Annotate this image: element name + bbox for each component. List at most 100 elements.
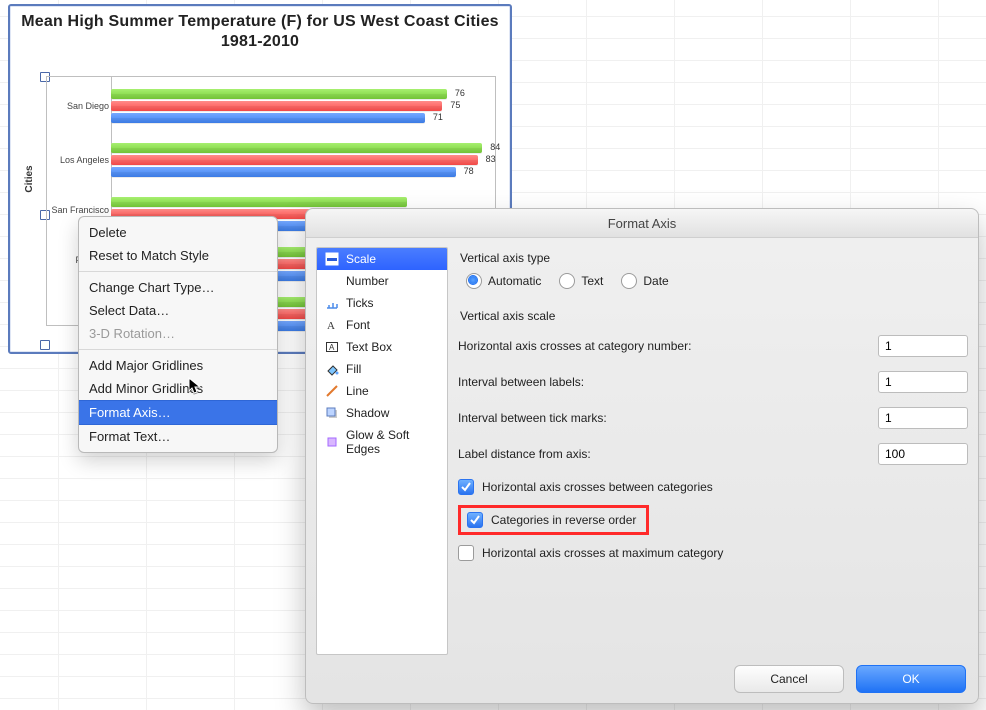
textbox-icon: A bbox=[325, 340, 339, 354]
bar-aug[interactable] bbox=[111, 197, 407, 207]
bar-value: 71 bbox=[433, 112, 443, 122]
menu-item-format-axis[interactable]: Format Axis… bbox=[79, 400, 277, 425]
bar-value: 75 bbox=[450, 100, 460, 110]
dialog-sidebar[interactable]: Scale Number Ticks A Font A Text Box Fil… bbox=[316, 247, 448, 655]
check-crosses-max[interactable]: Horizontal axis crosses at maximum categ… bbox=[458, 545, 968, 561]
check-categories-reverse[interactable]: Categories in reverse order bbox=[458, 505, 968, 535]
field-label-crosses-at: Horizontal axis crosses at category numb… bbox=[458, 339, 878, 353]
radio-text[interactable]: Text bbox=[559, 273, 603, 289]
bar-value: 84 bbox=[490, 142, 500, 152]
scale-section-label: Vertical axis scale bbox=[460, 309, 968, 323]
radio-dot-icon bbox=[466, 273, 482, 289]
menu-item-reset-style[interactable]: Reset to Match Style bbox=[79, 244, 277, 267]
font-icon: A bbox=[325, 318, 339, 332]
sidebar-item-number[interactable]: Number bbox=[317, 270, 447, 292]
sidebar-item-label: Font bbox=[346, 318, 370, 332]
sidebar-item-fill[interactable]: Fill bbox=[317, 358, 447, 380]
checkbox-icon bbox=[458, 479, 474, 495]
input-interval-ticks[interactable] bbox=[878, 407, 968, 429]
check-crosses-between[interactable]: Horizontal axis crosses between categori… bbox=[458, 479, 968, 495]
sidebar-item-label: Shadow bbox=[346, 406, 389, 420]
checkbox-label: Horizontal axis crosses between categori… bbox=[482, 480, 713, 494]
menu-item-select-data[interactable]: Select Data… bbox=[79, 299, 277, 322]
menu-item-add-minor-gridlines[interactable]: Add Minor Gridlines bbox=[79, 377, 277, 400]
fill-icon bbox=[325, 362, 339, 376]
svg-text:A: A bbox=[329, 343, 335, 352]
bar-value: 76 bbox=[455, 88, 465, 98]
svg-text:A: A bbox=[327, 320, 335, 332]
selection-handle[interactable] bbox=[40, 340, 50, 350]
bar-jul[interactable]: 75 bbox=[111, 101, 442, 111]
field-label-interval-ticks: Interval between tick marks: bbox=[458, 411, 878, 425]
ticks-icon bbox=[325, 296, 339, 310]
radio-dot-icon bbox=[621, 273, 637, 289]
cancel-button[interactable]: Cancel bbox=[734, 665, 844, 693]
sidebar-item-label: Number bbox=[346, 274, 389, 288]
sidebar-item-scale[interactable]: Scale bbox=[317, 248, 447, 270]
menu-item-format-text[interactable]: Format Text… bbox=[79, 425, 277, 448]
sidebar-item-label: Ticks bbox=[346, 296, 374, 310]
menu-separator bbox=[79, 349, 277, 350]
radio-date[interactable]: Date bbox=[621, 273, 668, 289]
axis-type-label: Vertical axis type bbox=[460, 251, 968, 265]
dialog-title: Format Axis bbox=[608, 216, 677, 231]
input-crosses-at[interactable] bbox=[878, 335, 968, 357]
input-interval-labels[interactable] bbox=[878, 371, 968, 393]
bar-jul[interactable]: 83 bbox=[111, 155, 478, 165]
context-menu[interactable]: Delete Reset to Match Style Change Chart… bbox=[78, 216, 278, 453]
checkbox-label: Horizontal axis crosses at maximum categ… bbox=[482, 546, 723, 560]
bar-jun[interactable]: 78 bbox=[111, 167, 456, 177]
y-tick-label: Los Angeles bbox=[47, 155, 109, 165]
bar-value: 78 bbox=[464, 166, 474, 176]
sidebar-item-label: Fill bbox=[346, 362, 361, 376]
dialog-titlebar[interactable]: Format Axis bbox=[306, 209, 978, 238]
dialog-main-panel: Vertical axis type Automatic Text Date V… bbox=[458, 247, 968, 655]
sidebar-item-label: Text Box bbox=[346, 340, 392, 354]
y-axis-label: Cities bbox=[24, 165, 35, 192]
radio-automatic[interactable]: Automatic bbox=[466, 273, 541, 289]
menu-item-3d-rotation: 3-D Rotation… bbox=[79, 322, 277, 345]
sidebar-item-shadow[interactable]: Shadow bbox=[317, 402, 447, 424]
scale-icon bbox=[325, 252, 339, 266]
highlight-box: Categories in reverse order bbox=[458, 505, 649, 535]
checkbox-icon bbox=[467, 512, 483, 528]
menu-item-delete[interactable]: Delete bbox=[79, 221, 277, 244]
chart-title: Mean High Summer Temperature (F) for US … bbox=[20, 12, 500, 52]
sidebar-item-ticks[interactable]: Ticks bbox=[317, 292, 447, 314]
cursor-icon bbox=[188, 377, 202, 395]
bar-jun[interactable]: 71 bbox=[111, 113, 425, 123]
checkbox-icon bbox=[458, 545, 474, 561]
menu-separator bbox=[79, 271, 277, 272]
sidebar-item-glow[interactable]: Glow & Soft Edges bbox=[317, 424, 447, 460]
radio-label: Date bbox=[643, 274, 668, 288]
bar-aug[interactable]: 76 bbox=[111, 89, 447, 99]
radio-label: Automatic bbox=[488, 274, 541, 288]
format-axis-dialog[interactable]: Format Axis Scale Number Ticks A Font A … bbox=[305, 208, 979, 704]
scale-form: Horizontal axis crosses at category numb… bbox=[458, 335, 968, 465]
y-tick-label: San Francisco bbox=[47, 205, 109, 215]
radio-dot-icon bbox=[559, 273, 575, 289]
menu-item-add-major-gridlines[interactable]: Add Major Gridlines bbox=[79, 354, 277, 377]
checkbox-label: Categories in reverse order bbox=[491, 513, 636, 527]
bar-value: 83 bbox=[486, 154, 496, 164]
sidebar-item-font[interactable]: A Font bbox=[317, 314, 447, 336]
input-label-distance[interactable] bbox=[878, 443, 968, 465]
shadow-icon bbox=[325, 406, 339, 420]
sidebar-item-line[interactable]: Line bbox=[317, 380, 447, 402]
radio-label: Text bbox=[581, 274, 603, 288]
glow-icon bbox=[325, 435, 339, 449]
bar-group-los-angeles: 84 83 78 bbox=[111, 143, 491, 183]
menu-item-change-chart-type[interactable]: Change Chart Type… bbox=[79, 276, 277, 299]
ok-button[interactable]: OK bbox=[856, 665, 966, 693]
sidebar-item-label: Line bbox=[346, 384, 369, 398]
sidebar-item-text-box[interactable]: A Text Box bbox=[317, 336, 447, 358]
sidebar-item-label: Glow & Soft Edges bbox=[346, 428, 439, 456]
sidebar-item-label: Scale bbox=[346, 252, 376, 266]
number-icon bbox=[325, 274, 339, 288]
axis-type-radios: Automatic Text Date bbox=[466, 273, 968, 289]
field-label-interval-labels: Interval between labels: bbox=[458, 375, 878, 389]
scale-checkboxes: Horizontal axis crosses between categori… bbox=[458, 479, 968, 561]
y-tick-label: San Diego bbox=[47, 101, 109, 111]
field-label-label-distance: Label distance from axis: bbox=[458, 447, 878, 461]
bar-aug[interactable]: 84 bbox=[111, 143, 482, 153]
